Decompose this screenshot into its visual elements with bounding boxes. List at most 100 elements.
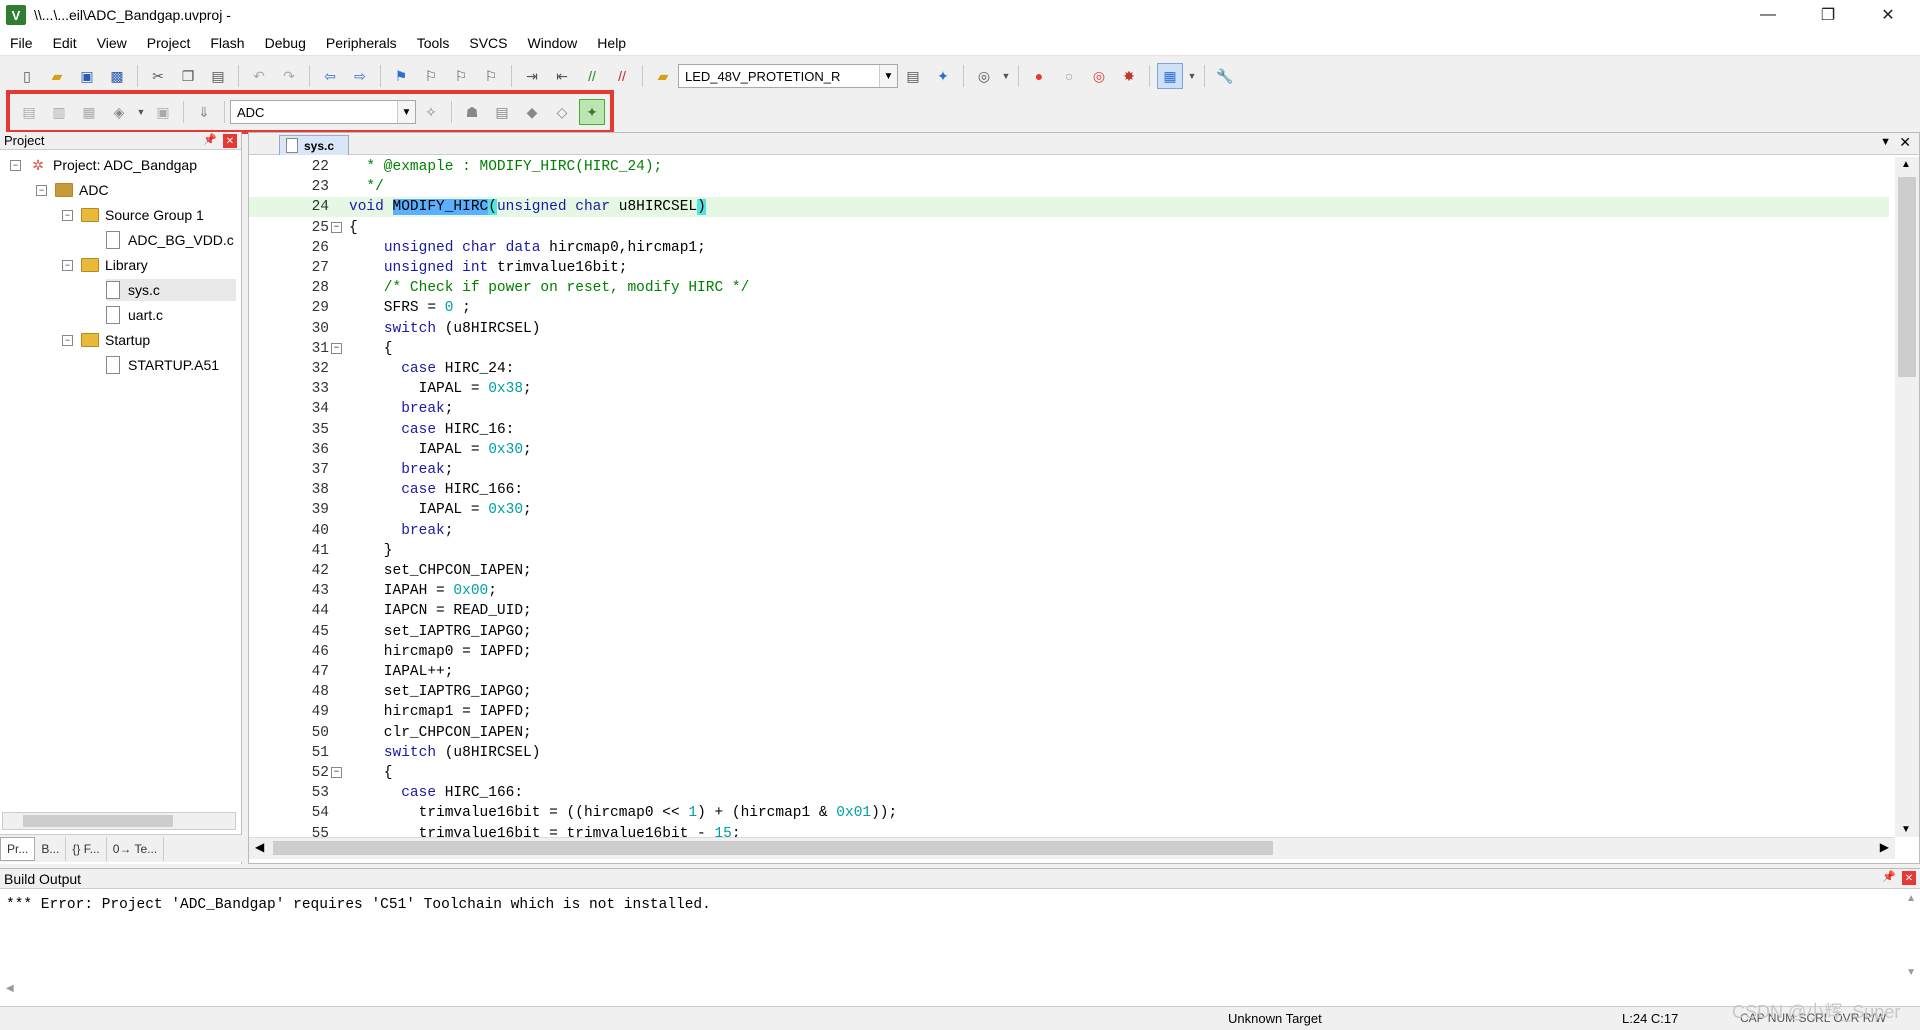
configure-icon[interactable]: 🔧: [1212, 63, 1238, 89]
scroll-left-icon[interactable]: ◀: [6, 983, 14, 994]
tab-functions[interactable]: {} F...: [66, 836, 107, 861]
collapse-icon[interactable]: −: [36, 184, 47, 196]
code-line[interactable]: 32 case HIRC_24:: [249, 359, 1889, 379]
menu-file[interactable]: File: [0, 30, 43, 56]
menu-edit[interactable]: Edit: [43, 30, 87, 56]
menu-help[interactable]: Help: [587, 30, 636, 56]
code-line[interactable]: 47 IAPAL++;: [249, 662, 1889, 682]
code-line[interactable]: 49 hircmap1 = IAPFD;: [249, 702, 1889, 722]
fold-icon[interactable]: −: [331, 221, 342, 233]
prev-bookmark-icon[interactable]: ⚐: [418, 63, 444, 89]
close-tab-icon[interactable]: ✕: [1899, 134, 1911, 151]
disable-all-breakpoints-icon[interactable]: ◎: [1086, 63, 1112, 89]
code-area[interactable]: 22 * @exmaple : MODIFY_HIRC(HIRC_24); 23 …: [249, 157, 1895, 837]
code-line[interactable]: 48 set_IAPTRG_IAPGO;: [249, 682, 1889, 702]
tree-folder-library[interactable]: − Library: [62, 254, 148, 276]
fold-icon[interactable]: −: [331, 767, 342, 778]
code-line[interactable]: 35 case HIRC_16:: [249, 420, 1889, 440]
code-line[interactable]: 43 IAPAH = 0x00;: [249, 581, 1889, 601]
code-line[interactable]: 23 */: [249, 177, 1889, 197]
code-line[interactable]: 41 }: [249, 541, 1889, 561]
comment-icon[interactable]: //: [579, 63, 605, 89]
fold-icon[interactable]: −: [331, 342, 342, 354]
tree-target-adc[interactable]: − ADC: [36, 179, 109, 201]
find-in-files-icon[interactable]: ▰: [650, 63, 676, 89]
menu-window[interactable]: Window: [518, 30, 588, 56]
collapse-icon[interactable]: −: [62, 259, 73, 271]
code-line[interactable]: 46 hircmap0 = IAPFD;: [249, 642, 1889, 662]
next-bookmark-icon[interactable]: ⚐: [448, 63, 474, 89]
cut-icon[interactable]: ✂: [145, 63, 171, 89]
minimize-button[interactable]: —: [1740, 0, 1796, 30]
menu-svcs[interactable]: SVCS: [459, 30, 517, 56]
save-icon[interactable]: ▣: [74, 63, 100, 89]
select-packs-icon[interactable]: ◇: [549, 99, 575, 125]
scroll-down-icon[interactable]: ▼: [1901, 824, 1911, 835]
target-options-icon[interactable]: ✧: [418, 99, 444, 125]
code-line[interactable]: 34 break;: [249, 399, 1889, 419]
layout-dropdown-icon[interactable]: ▼: [1187, 63, 1197, 89]
code-line[interactable]: 31− {: [249, 339, 1889, 359]
bookmark-icon[interactable]: ⚑: [388, 63, 414, 89]
unindent-icon[interactable]: ⇤: [549, 63, 575, 89]
scroll-right-icon[interactable]: ▶: [1880, 840, 1889, 854]
scroll-thumb[interactable]: [1898, 177, 1916, 377]
close-icon[interactable]: ✕: [1902, 871, 1916, 885]
code-editor[interactable]: sys.c ▼ ✕ 22 * @exmaple : MODIFY_HIRC(HI…: [248, 132, 1920, 864]
scroll-down-icon[interactable]: ▼: [1906, 967, 1916, 978]
code-line[interactable]: 53 case HIRC_166:: [249, 783, 1889, 803]
code-line[interactable]: 30 switch (u8HIRCSEL): [249, 319, 1889, 339]
menu-view[interactable]: View: [87, 30, 137, 56]
menu-debug[interactable]: Debug: [255, 30, 316, 56]
menu-project[interactable]: Project: [137, 30, 201, 56]
code-line[interactable]: 24 void MODIFY_HIRC(unsigned char u8HIRCS…: [249, 197, 1889, 218]
code-line[interactable]: 40 break;: [249, 521, 1889, 541]
tree-file-adc-bg-vdd[interactable]: ADC_BG_VDD.c: [106, 229, 234, 251]
batch-dropdown-icon[interactable]: ▼: [136, 99, 146, 125]
code-line[interactable]: 54 trimvalue16bit = ((hircmap0 << 1) + (…: [249, 803, 1889, 823]
tree-folder-startup[interactable]: − Startup: [62, 329, 150, 351]
project-horizontal-scrollbar[interactable]: [2, 812, 236, 830]
code-line[interactable]: 33 IAPAL = 0x38;: [249, 379, 1889, 399]
code-line[interactable]: 55 trimvalue16bit = trimvalue16bit - 15;: [249, 824, 1889, 837]
download-icon[interactable]: ⇓: [191, 99, 217, 125]
scroll-up-icon[interactable]: ▲: [1901, 159, 1911, 170]
code-line[interactable]: 39 IAPAL = 0x30;: [249, 500, 1889, 520]
tree-file-uart[interactable]: uart.c: [106, 304, 163, 326]
chevron-down-icon[interactable]: ▼: [397, 101, 415, 123]
zoom-dropdown-icon[interactable]: ▼: [1001, 63, 1011, 89]
code-line[interactable]: 25−{: [249, 218, 1889, 238]
translate-icon[interactable]: ▤: [16, 99, 42, 125]
target-select[interactable]: ADC ▼: [230, 100, 416, 124]
pin-icon[interactable]: 📌: [203, 133, 217, 146]
target-combo[interactable]: LED_48V_PROTETION_R ▼: [678, 64, 898, 88]
code-line[interactable]: 27 unsigned int trimvalue16bit;: [249, 258, 1889, 278]
copy-icon[interactable]: ❐: [175, 63, 201, 89]
pin-icon[interactable]: 📌: [1882, 870, 1896, 883]
restore-button[interactable]: ❐: [1800, 0, 1856, 30]
editor-horizontal-scrollbar[interactable]: ◀ ▶: [249, 837, 1895, 859]
code-line[interactable]: 50 clr_CHPCON_IAPEN;: [249, 723, 1889, 743]
find-icon[interactable]: ▤: [900, 63, 926, 89]
disable-breakpoint-icon[interactable]: ○: [1056, 63, 1082, 89]
zoom-icon[interactable]: ◎: [971, 63, 997, 89]
tab-templates[interactable]: 0→ Te...: [107, 836, 165, 861]
redo-icon[interactable]: ↷: [276, 63, 302, 89]
kill-breakpoints-icon[interactable]: ✸: [1116, 63, 1142, 89]
code-line[interactable]: 52− {: [249, 763, 1889, 783]
code-line[interactable]: 42 set_CHPCON_IAPEN;: [249, 561, 1889, 581]
menu-flash[interactable]: Flash: [200, 30, 254, 56]
code-line[interactable]: 51 switch (u8HIRCSEL): [249, 743, 1889, 763]
navigate-forward-icon[interactable]: ⇨: [347, 63, 373, 89]
paste-icon[interactable]: ▤: [205, 63, 231, 89]
save-all-icon[interactable]: ▩: [104, 63, 130, 89]
code-line[interactable]: 36 IAPAL = 0x30;: [249, 440, 1889, 460]
code-line[interactable]: 26 unsigned char data hircmap0,hircmap1;: [249, 238, 1889, 258]
code-line[interactable]: 45 set_IAPTRG_IAPGO;: [249, 622, 1889, 642]
open-file-icon[interactable]: ▰: [44, 63, 70, 89]
run-time-environment-icon[interactable]: ✦: [579, 99, 605, 125]
scroll-thumb[interactable]: [273, 841, 1273, 855]
manage-project-items-icon[interactable]: ▤: [489, 99, 515, 125]
close-button[interactable]: ✕: [1860, 0, 1916, 30]
code-line[interactable]: 28 /* Check if power on reset, modify HI…: [249, 278, 1889, 298]
